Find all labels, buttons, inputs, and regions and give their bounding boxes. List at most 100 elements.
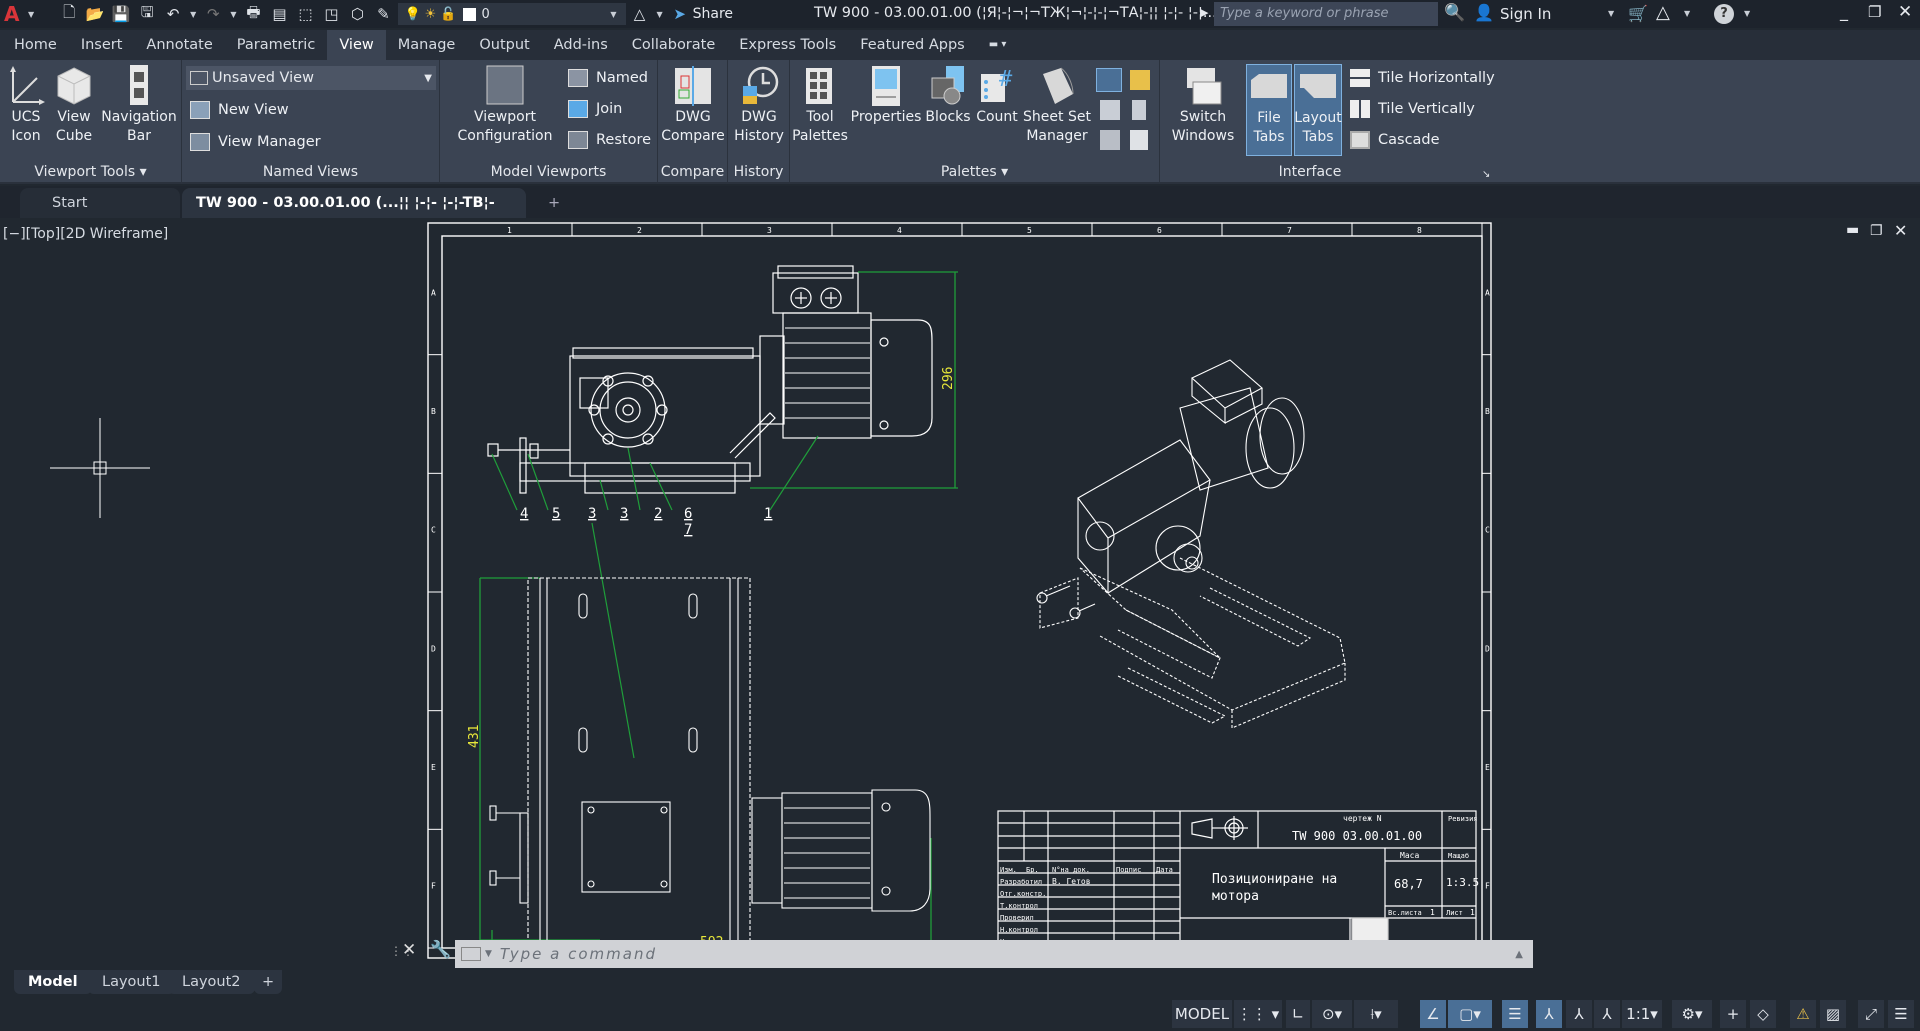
cascade-button[interactable]: Cascade bbox=[1350, 128, 1440, 152]
isometric-drafting-toggle[interactable]: ⟊▾ bbox=[1354, 1000, 1398, 1028]
tab-parametric[interactable]: Parametric bbox=[225, 30, 328, 60]
save-icon[interactable]: 💾 bbox=[108, 3, 134, 25]
layout-tab-model[interactable]: Model bbox=[14, 970, 92, 994]
panel-title-viewport-tools[interactable]: Viewport Tools ▾ bbox=[0, 160, 181, 184]
help-dropdown-icon[interactable]: ▼ bbox=[1744, 9, 1750, 18]
sign-in-dropdown-icon[interactable]: ▼ bbox=[1608, 9, 1614, 18]
named-view-dropdown[interactable]: Unsaved View ▼ bbox=[186, 66, 436, 90]
match-layer-icon[interactable]: △ bbox=[626, 3, 652, 25]
units-icon[interactable]: ◇ bbox=[1750, 1000, 1776, 1028]
ucs-icon-button[interactable]: UCS Icon bbox=[4, 64, 48, 146]
autocad-logo-icon[interactable]: A bbox=[4, 2, 24, 26]
quick-calc-icon[interactable] bbox=[1132, 100, 1146, 120]
named-viewports-button[interactable]: Named bbox=[568, 66, 648, 90]
object-snap-toggle[interactable]: ▢▾ bbox=[1448, 1000, 1492, 1028]
panel-title-palettes[interactable]: Palettes ▾ bbox=[790, 160, 1159, 184]
plot-icon[interactable]: 🖶 bbox=[240, 3, 266, 25]
tile-horizontally-button[interactable]: Tile Horizontally bbox=[1350, 66, 1495, 90]
tab-collaborate[interactable]: Collaborate bbox=[620, 30, 727, 60]
lineweight-toggle[interactable]: ☰ bbox=[1502, 1000, 1528, 1028]
dwg-compare-button[interactable]: DWG Compare bbox=[661, 64, 725, 146]
properties-button[interactable]: Properties bbox=[851, 64, 921, 127]
grid-toggle[interactable]: ⋮⋮ ▾ bbox=[1234, 1000, 1282, 1028]
clipboard-icon[interactable] bbox=[1130, 130, 1148, 150]
quick-properties-icon[interactable]: ⚠ bbox=[1790, 1000, 1816, 1028]
sheet-set-manager-button[interactable]: Sheet Set Manager bbox=[1022, 64, 1092, 146]
app-dropdown-icon[interactable]: ▼ bbox=[1684, 9, 1690, 18]
tab-add-ins[interactable]: Add-ins bbox=[542, 30, 620, 60]
layout-tab-layout1[interactable]: Layout1 bbox=[88, 970, 175, 994]
redo-dropdown-icon[interactable]: ▼ bbox=[230, 10, 236, 19]
view-manager-button[interactable]: View Manager bbox=[190, 130, 321, 154]
navigation-bar-button[interactable]: Navigation Bar bbox=[100, 64, 178, 146]
user-icon[interactable]: 👤 bbox=[1474, 3, 1494, 22]
tab-home[interactable]: Home bbox=[2, 30, 69, 60]
help-icon[interactable]: ? bbox=[1714, 4, 1734, 24]
undo-dropdown-icon[interactable]: ▼ bbox=[190, 10, 196, 19]
annotation-visibility-toggle[interactable]: ⅄ bbox=[1536, 1000, 1562, 1028]
count-button[interactable]: # Count bbox=[974, 64, 1020, 127]
auto-scale-toggle[interactable]: ⅄ bbox=[1566, 1000, 1592, 1028]
model-space-toggle[interactable]: MODEL bbox=[1172, 1000, 1232, 1028]
sign-in-button[interactable]: Sign In bbox=[1500, 5, 1551, 23]
app-menu-caret-icon[interactable]: ▼ bbox=[28, 10, 34, 19]
customization-menu-icon[interactable]: ☰ bbox=[1888, 1000, 1914, 1028]
viewports-icon[interactable]: ◳ bbox=[318, 3, 344, 25]
tool-palettes-button[interactable]: Tool Palettes bbox=[792, 64, 848, 146]
restore-viewports-button[interactable]: Restore bbox=[568, 128, 651, 152]
match-properties-icon[interactable]: ✎ bbox=[370, 3, 396, 25]
close-icon[interactable]: ✕ bbox=[1898, 2, 1912, 22]
annotation-scale-icon[interactable]: ⅄ bbox=[1594, 1000, 1620, 1028]
open-file-icon[interactable]: 📂 bbox=[82, 3, 108, 25]
command-history-icon[interactable] bbox=[461, 947, 481, 961]
markup-set-manager-icon[interactable] bbox=[1130, 70, 1150, 90]
dwg-history-button[interactable]: DWG History bbox=[730, 64, 788, 146]
layer-on-icon[interactable]: 💡 bbox=[404, 7, 420, 22]
join-viewports-button[interactable]: Join bbox=[568, 97, 622, 121]
layout-tabs-toggle[interactable]: Layout Tabs bbox=[1294, 64, 1342, 156]
autodesk-app-icon[interactable]: △ bbox=[1656, 2, 1670, 23]
blocks-button[interactable]: Blocks bbox=[924, 64, 972, 127]
redo-icon[interactable]: ↷ bbox=[200, 3, 226, 25]
customize-quick-access-icon[interactable]: ▼ bbox=[656, 10, 662, 19]
command-line-close-icon[interactable]: ✕ bbox=[402, 940, 416, 960]
file-tab-active[interactable]: TW 900 - 03.00.01.00 (...¦¦ ¦-¦- ¦-¦-TB¦… bbox=[182, 188, 526, 241]
search-expand-icon[interactable]: ▶ bbox=[1200, 6, 1208, 19]
panel-launcher-icon[interactable]: ↘ bbox=[1482, 169, 1490, 180]
ribbon-minimize-toggle[interactable]: ▬ ▾ bbox=[977, 30, 1019, 60]
cart-icon[interactable]: 🛒 bbox=[1628, 4, 1648, 23]
new-file-icon[interactable]: 🗋 bbox=[56, 3, 82, 25]
graphics-performance-icon[interactable]: ▨ bbox=[1820, 1000, 1846, 1028]
search-input[interactable]: Type a keyword or phrase bbox=[1214, 2, 1438, 26]
save-as-icon[interactable]: 🖫 bbox=[134, 3, 160, 25]
tab-annotate[interactable]: Annotate bbox=[134, 30, 224, 60]
tab-output[interactable]: Output bbox=[467, 30, 541, 60]
3d-view-icon[interactable]: ⬡ bbox=[344, 3, 370, 25]
new-tab-button[interactable]: + bbox=[534, 188, 574, 218]
layout-tab-layout2[interactable]: Layout2 bbox=[168, 970, 255, 994]
tab-view[interactable]: View bbox=[327, 30, 386, 60]
minimize-icon[interactable]: _ bbox=[1840, 2, 1848, 21]
command-line-toggle-icon[interactable] bbox=[1096, 68, 1122, 92]
publish-icon[interactable]: ▤ bbox=[266, 3, 292, 25]
switch-windows-button[interactable]: Switch Windows bbox=[1170, 64, 1236, 146]
tab-express-tools[interactable]: Express Tools bbox=[727, 30, 848, 60]
plot-preview-icon[interactable]: ⬚ bbox=[292, 3, 318, 25]
new-view-button[interactable]: New View bbox=[190, 98, 289, 122]
recent-commands-caret-icon[interactable]: ▼ bbox=[485, 949, 492, 959]
annotation-monitor-icon[interactable]: + bbox=[1720, 1000, 1746, 1028]
add-layout-button[interactable]: + bbox=[254, 970, 283, 994]
annotation-scale-dropdown[interactable]: 1:1 ▾ bbox=[1622, 1000, 1662, 1028]
undo-icon[interactable]: ↶ bbox=[160, 3, 186, 25]
polar-tracking-toggle[interactable]: ⊙▾ bbox=[1312, 1000, 1352, 1028]
viewport-configuration-button[interactable]: Viewport Configuration bbox=[450, 64, 560, 146]
tab-manage[interactable]: Manage bbox=[386, 30, 468, 60]
object-snap-tracking-toggle[interactable]: ∠ bbox=[1420, 1000, 1446, 1028]
layer-dropdown[interactable]: 💡 ☀ 🔓 0 ▼ bbox=[398, 3, 627, 25]
clean-screen-icon[interactable]: ⤢ bbox=[1858, 1000, 1884, 1028]
restore-icon[interactable]: ❐ bbox=[1868, 3, 1881, 21]
drawing-viewport[interactable]: [−][Top][2D Wireframe] ▬ ❐ ✕ 12345678 AA… bbox=[0, 218, 1920, 970]
command-line-customize-icon[interactable]: 🔧 bbox=[430, 940, 451, 960]
layer-lock-icon[interactable]: 🔓 bbox=[440, 7, 456, 22]
workspace-settings-icon[interactable]: ⚙▾ bbox=[1672, 1000, 1712, 1028]
